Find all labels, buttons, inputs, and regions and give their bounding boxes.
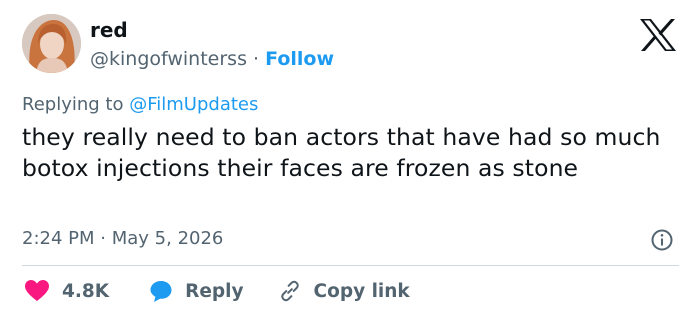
follow-button[interactable]: Follow <box>265 48 334 70</box>
replying-to-label: Replying to <box>22 94 124 115</box>
heart-icon <box>25 280 49 301</box>
reply-button[interactable]: Reply <box>149 279 244 303</box>
timestamp-separator: · <box>100 228 106 249</box>
display-name[interactable]: red <box>90 18 128 42</box>
user-handle[interactable]: @kingofwinterss <box>90 48 247 70</box>
like-count: 4.8K <box>62 280 110 302</box>
tweet-date[interactable]: May 5, 2026 <box>112 228 224 249</box>
replying-to: Replying to @FilmUpdates <box>22 94 258 115</box>
reply-mention-link[interactable]: @FilmUpdates <box>129 94 258 115</box>
info-icon[interactable] <box>650 228 674 252</box>
x-logo-icon[interactable] <box>638 18 678 52</box>
reply-label: Reply <box>185 280 244 302</box>
copy-link-button[interactable]: Copy link <box>278 279 410 303</box>
link-icon <box>280 280 299 302</box>
divider <box>22 265 679 266</box>
separator-dot: · <box>253 48 260 70</box>
like-button[interactable]: 4.8K <box>24 279 109 303</box>
tweet-timestamp: 2:24 PM · May 5, 2026 <box>22 228 223 249</box>
handle-row: @kingofwinterss · Follow <box>90 48 334 70</box>
copy-link-label: Copy link <box>313 280 410 302</box>
tweet-time[interactable]: 2:24 PM <box>22 228 95 249</box>
tweet-text: they really need to ban actors that have… <box>22 123 661 182</box>
action-bar: 4.8K Reply Copy link <box>22 277 410 305</box>
avatar[interactable] <box>22 14 81 73</box>
avatar-image <box>22 14 81 73</box>
speech-bubble-icon <box>150 281 172 302</box>
